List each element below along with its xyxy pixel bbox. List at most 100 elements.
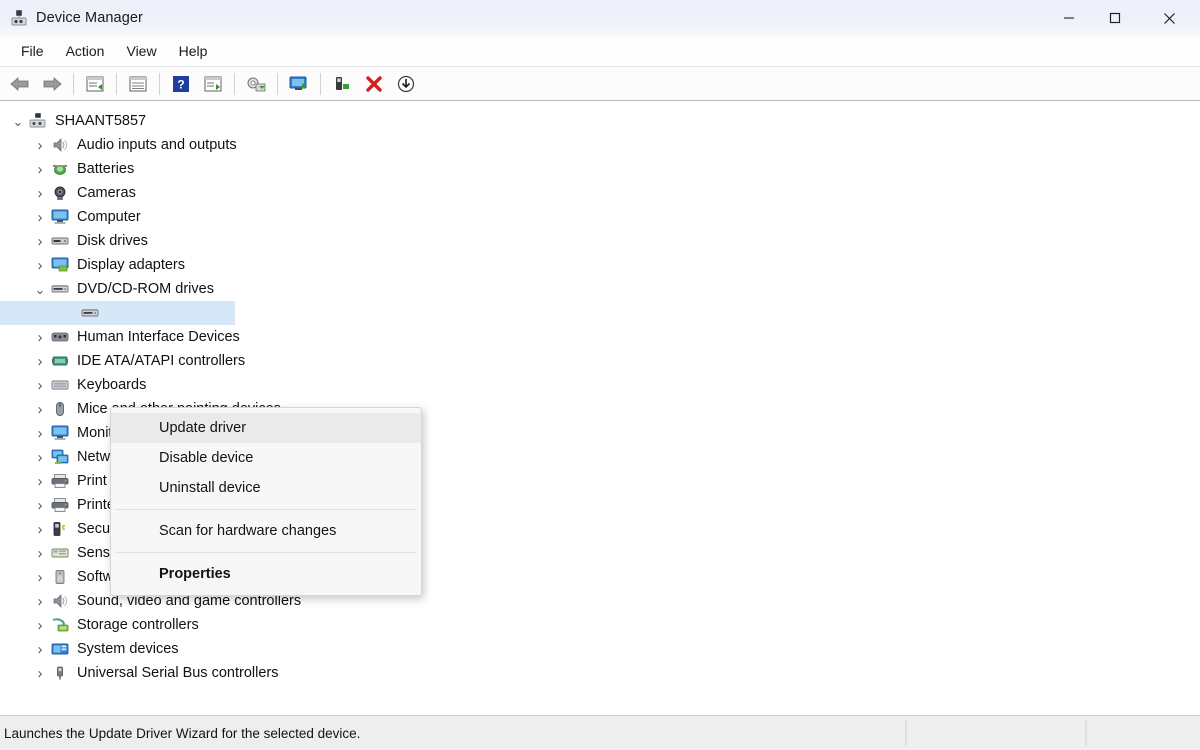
chevron-right-icon[interactable]: ›	[30, 162, 50, 177]
chevron-right-icon[interactable]: ›	[30, 402, 50, 417]
close-button[interactable]	[1138, 0, 1200, 36]
tree-item-universal-serial-bus-controllers[interactable]: › Universal Serial Bus controllers	[0, 661, 1200, 685]
tree-item-label: Batteries	[77, 160, 134, 178]
chevron-right-icon[interactable]: ›	[30, 330, 50, 345]
help-icon[interactable]: ?	[166, 70, 196, 98]
tree-item-dvd-cd-rom-drives[interactable]: ⌄DVD/CD-ROM drives	[0, 277, 1200, 301]
device-tree-panel[interactable]: ⌄SHAANT5857 › Audio inputs and outputs › Bat…	[0, 101, 1200, 716]
context-menu-item-disable-device[interactable]: Disable device	[111, 443, 421, 473]
tree-item-ide-ata-atapi-controllers[interactable]: › IDE ATA/ATAPI controllers	[0, 349, 1200, 373]
chevron-right-icon[interactable]: ›	[30, 498, 50, 513]
chevron-right-icon[interactable]: ›	[30, 138, 50, 153]
tree-item-label: Keyboards	[77, 376, 146, 394]
display-adapter-icon	[50, 256, 70, 274]
tree-item-label: System devices	[77, 640, 179, 658]
disable-device-icon[interactable]	[391, 70, 421, 98]
chevron-right-icon[interactable]: ›	[30, 186, 50, 201]
tree-item-computer[interactable]: › Computer	[0, 205, 1200, 229]
title-bar: Device Manager	[0, 0, 1200, 36]
chevron-right-icon[interactable]: ›	[30, 642, 50, 657]
toolbar-separator	[234, 73, 235, 95]
menu-separator	[115, 552, 417, 553]
chevron-right-icon[interactable]: ›	[30, 450, 50, 465]
chevron-right-icon[interactable]: ›	[30, 210, 50, 225]
tree-item-storage-controllers[interactable]: › Storage controllers	[0, 613, 1200, 637]
chevron-right-icon[interactable]: ›	[30, 234, 50, 249]
chevron-right-icon[interactable]: ›	[30, 570, 50, 585]
toolbar-separator	[159, 73, 160, 95]
menu-view[interactable]: View	[115, 40, 167, 62]
minimize-button[interactable]	[1046, 0, 1092, 36]
chevron-right-icon[interactable]: ›	[30, 546, 50, 561]
chevron-right-icon[interactable]: ›	[30, 594, 50, 609]
display-adapters-icon[interactable]	[284, 70, 314, 98]
tree-item-disk-drives[interactable]: › Disk drives	[0, 229, 1200, 253]
printer-icon	[50, 472, 70, 490]
context-menu-item-label: Update driver	[159, 420, 246, 436]
chevron-right-icon[interactable]: ›	[30, 258, 50, 273]
chevron-right-icon[interactable]: ›	[30, 378, 50, 393]
tree-item-root[interactable]: ⌄SHAANT5857	[0, 109, 1200, 133]
usb-controller-icon	[50, 664, 70, 682]
tree-item-label: Disk drives	[77, 232, 148, 250]
context-menu-item-label: Properties	[159, 566, 231, 582]
status-divider	[1085, 720, 1087, 746]
menu-file[interactable]: File	[10, 40, 55, 62]
network-adapter-icon	[50, 448, 70, 466]
tree-item-batteries[interactable]: › Batteries	[0, 157, 1200, 181]
status-text: Launches the Update Driver Wizard for th…	[0, 726, 360, 741]
menu-separator	[115, 509, 417, 510]
back-icon[interactable]	[5, 70, 35, 98]
dvd-drive-icon	[80, 304, 100, 322]
tree-item-human-interface-devices[interactable]: › Human Interface Devices	[0, 325, 1200, 349]
forward-icon[interactable]	[37, 70, 67, 98]
uninstall-device-icon[interactable]	[359, 70, 389, 98]
window-title: Device Manager	[36, 10, 143, 26]
tree-item-label: Computer	[77, 208, 141, 226]
chevron-right-icon[interactable]: ›	[30, 426, 50, 441]
printer-icon	[50, 496, 70, 514]
context-menu-item-uninstall-device[interactable]: Uninstall device	[111, 473, 421, 503]
toolbar-separator	[320, 73, 321, 95]
tree-item-label: Audio inputs and outputs	[77, 136, 237, 154]
properties-icon[interactable]	[80, 70, 110, 98]
tree-item-display-adapters[interactable]: ›Display adapters	[0, 253, 1200, 277]
chevron-right-icon[interactable]: ›	[30, 666, 50, 681]
tree-item-audio-inputs-and-outputs[interactable]: › Audio inputs and outputs	[0, 133, 1200, 157]
chevron-right-icon[interactable]: ›	[30, 522, 50, 537]
menu-help[interactable]: Help	[168, 40, 219, 62]
context-menu-item-properties[interactable]: Properties	[111, 559, 421, 589]
show-hidden-devices-icon[interactable]	[123, 70, 153, 98]
add-legacy-hardware-icon[interactable]	[327, 70, 357, 98]
tree-item-label: IDE ATA/ATAPI controllers	[77, 352, 245, 370]
tree-item-device[interactable]	[0, 301, 235, 325]
chevron-down-icon[interactable]: ⌄	[30, 283, 50, 296]
tree-item-label: Human Interface Devices	[77, 328, 240, 346]
menu-bar: File Action View Help	[0, 36, 1200, 67]
context-menu[interactable]: Update driver Disable deviceUninstall dev…	[110, 407, 422, 596]
context-menu-item-scan-for-hardware-changes[interactable]: Scan for hardware changes	[111, 516, 421, 546]
software-device-icon	[50, 568, 70, 586]
status-divider	[905, 720, 907, 746]
context-menu-item-label: Scan for hardware changes	[159, 523, 336, 539]
maximize-button[interactable]	[1092, 0, 1138, 36]
tree-item-system-devices[interactable]: › System devices	[0, 637, 1200, 661]
chevron-right-icon[interactable]: ›	[30, 618, 50, 633]
tree-item-label: Universal Serial Bus controllers	[77, 664, 278, 682]
monitor-icon	[50, 424, 70, 442]
context-menu-item-update-driver[interactable]: Update driver	[111, 413, 421, 443]
chevron-right-icon[interactable]: ›	[30, 354, 50, 369]
tree-item-cameras[interactable]: ›Cameras	[0, 181, 1200, 205]
scan-hardware-changes-icon[interactable]	[241, 70, 271, 98]
update-driver-icon[interactable]	[198, 70, 228, 98]
tree-item-label: Storage controllers	[77, 616, 199, 634]
sensor-icon	[50, 544, 70, 562]
speaker-icon	[50, 592, 70, 610]
computer-root-icon	[28, 112, 48, 130]
chevron-right-icon[interactable]: ›	[30, 474, 50, 489]
tree-item-keyboards[interactable]: › Keyboards	[0, 373, 1200, 397]
menu-action[interactable]: Action	[55, 40, 116, 62]
keyboard-icon	[50, 376, 70, 394]
svg-text:?: ?	[177, 77, 184, 91]
chevron-down-icon[interactable]: ⌄	[8, 115, 28, 128]
